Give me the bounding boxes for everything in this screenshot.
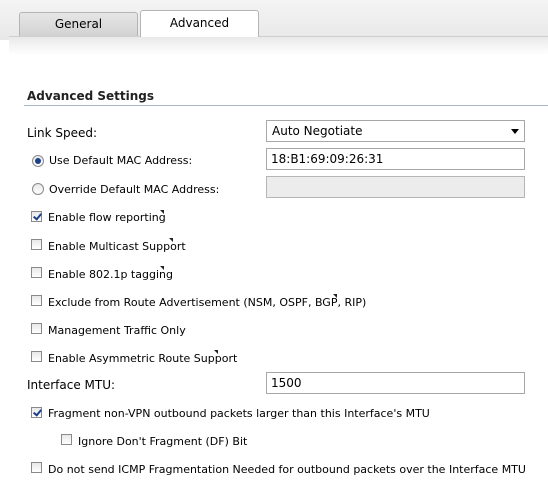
flow-reporting-label: Enable flow reporting — [48, 211, 166, 224]
mtu-input[interactable]: 1500 — [266, 372, 525, 394]
override-mac-field[interactable] — [266, 176, 525, 198]
tab-advanced[interactable]: Advanced — [140, 10, 259, 37]
tab-general[interactable]: General — [19, 12, 138, 36]
no-icmp-label: Do not send ICMP Fragmentation Needed fo… — [48, 463, 526, 476]
exclude-route-label: Exclude from Route Advertisement (NSM, O… — [48, 296, 367, 309]
no-icmp-checkbox[interactable] — [31, 462, 42, 473]
use-default-mac-label: Use Default MAC Address: — [49, 154, 193, 167]
content-header-gradient — [9, 37, 548, 55]
link-speed-select[interactable]: Auto Negotiate — [266, 120, 525, 142]
flow-reporting-checkbox[interactable] — [31, 211, 42, 222]
exclude-route-checkbox[interactable] — [31, 295, 42, 306]
tooltip-icon[interactable] — [160, 266, 164, 270]
fragment-checkbox[interactable] — [31, 407, 42, 418]
asym-route-label: Enable Asymmetric Route Support — [48, 352, 238, 365]
multicast-checkbox[interactable] — [31, 239, 42, 250]
link-speed-label: Link Speed: — [27, 126, 98, 140]
fragment-label: Fragment non-VPN outbound packets larger… — [48, 407, 430, 420]
tooltip-icon[interactable] — [214, 350, 218, 354]
use-default-mac-radio[interactable] — [32, 155, 44, 167]
link-speed-value: Auto Negotiate — [272, 124, 363, 138]
tagging-label: Enable 802.1p tagging — [48, 268, 173, 281]
ignore-df-label: Ignore Don't Fragment (DF) Bit — [78, 435, 248, 448]
multicast-label: Enable Multicast Support — [48, 240, 186, 253]
override-mac-label: Override Default MAC Address: — [49, 183, 220, 196]
section-title: Advanced Settings — [27, 89, 155, 103]
mtu-label: Interface MTU: — [27, 378, 116, 392]
mgmt-only-label: Management Traffic Only — [48, 324, 186, 337]
tooltip-icon[interactable] — [169, 238, 173, 242]
tooltip-icon[interactable] — [160, 210, 164, 214]
default-mac-field: 18:B1:69:09:26:31 — [266, 148, 525, 170]
section-divider — [24, 105, 548, 106]
tagging-checkbox[interactable] — [31, 267, 42, 278]
mgmt-only-checkbox[interactable] — [31, 323, 42, 334]
tooltip-icon[interactable] — [333, 294, 337, 298]
chevron-down-icon — [511, 129, 519, 134]
ignore-df-checkbox[interactable] — [61, 434, 72, 445]
override-mac-radio[interactable] — [32, 183, 44, 195]
asym-route-checkbox[interactable] — [31, 351, 42, 362]
